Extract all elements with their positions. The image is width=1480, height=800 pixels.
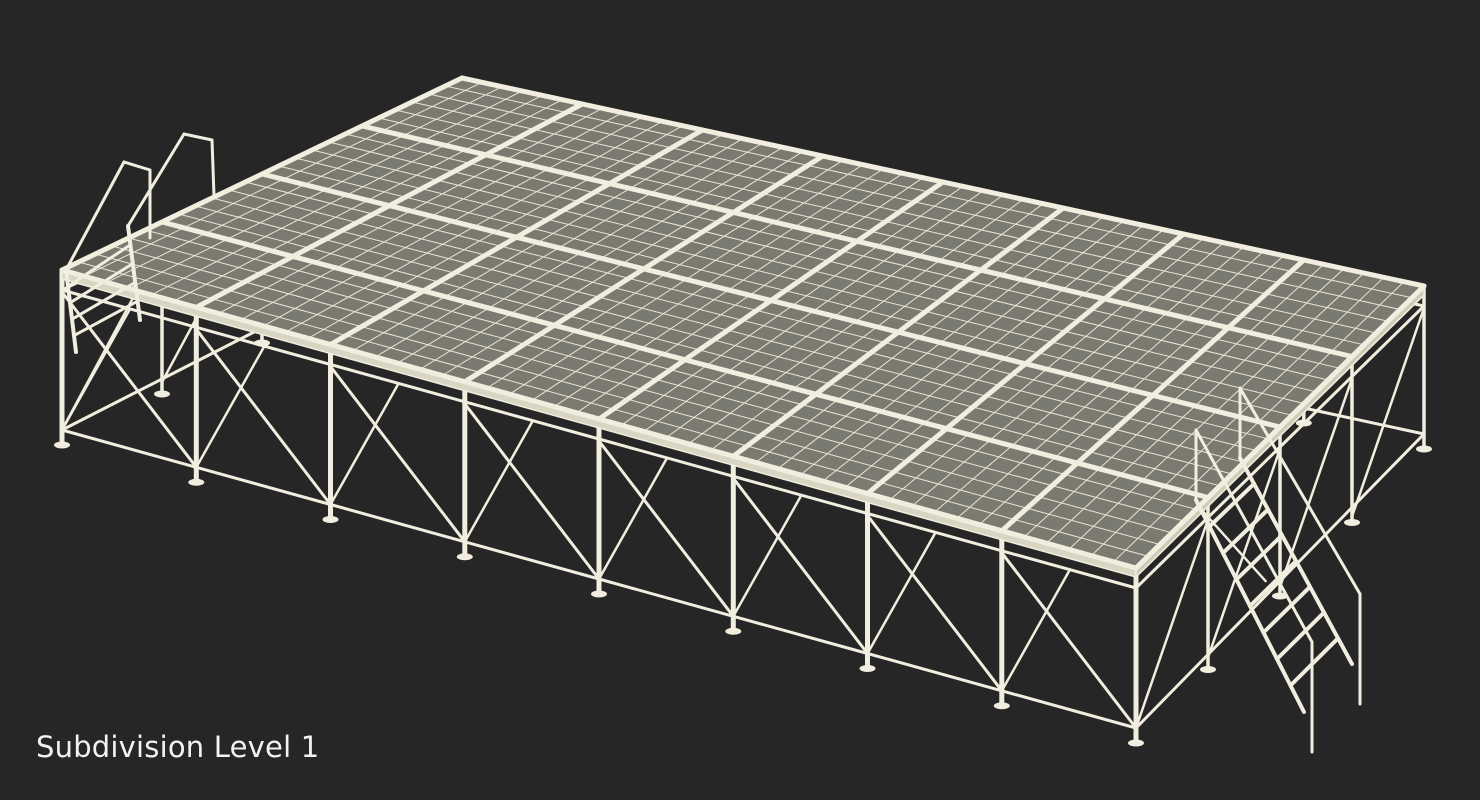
front-diagonal-brace bbox=[1000, 570, 1071, 693]
leg-foot bbox=[725, 627, 742, 635]
leg-foot bbox=[54, 441, 70, 449]
front-diagonal-brace bbox=[866, 514, 1004, 693]
front-rail bbox=[731, 614, 869, 655]
front-rail bbox=[463, 540, 601, 581]
front-diagonal-brace bbox=[463, 421, 534, 544]
render-viewport: Subdivision Level 1 bbox=[0, 0, 1480, 800]
front-diagonal-brace bbox=[732, 495, 802, 618]
right-rail bbox=[1350, 432, 1426, 509]
right-rail bbox=[1134, 653, 1210, 730]
front-diagonal-brace bbox=[597, 439, 735, 618]
front-diagonal-brace bbox=[194, 327, 332, 506]
leg-foot bbox=[188, 478, 205, 486]
front-rail bbox=[1000, 689, 1138, 730]
handrail bbox=[182, 132, 214, 142]
stage-platform-render bbox=[54, 75, 1432, 754]
leg-foot bbox=[591, 590, 607, 598]
platform-deck bbox=[59, 75, 1427, 579]
front-diagonal-brace bbox=[60, 290, 198, 469]
front-rail bbox=[60, 428, 198, 469]
front-rail bbox=[597, 577, 735, 618]
front-diagonal-brace bbox=[329, 383, 399, 506]
stair-step bbox=[1288, 636, 1340, 688]
leg-foot bbox=[1128, 739, 1144, 747]
leg-foot bbox=[1344, 519, 1360, 526]
leg-foot bbox=[993, 702, 1010, 710]
leg-foot bbox=[1200, 666, 1216, 673]
handrail bbox=[122, 160, 152, 172]
front-diagonal-brace bbox=[463, 402, 601, 581]
front-diagonal-brace bbox=[866, 532, 936, 655]
leg-foot bbox=[154, 390, 170, 398]
leg-foot bbox=[322, 516, 339, 523]
leg-foot bbox=[859, 665, 876, 672]
front-rail bbox=[866, 652, 1004, 693]
front-diagonal-brace bbox=[329, 365, 467, 544]
front-diagonal-brace bbox=[195, 346, 265, 469]
front-rail bbox=[329, 503, 467, 544]
handrail bbox=[126, 132, 186, 228]
front-rail bbox=[194, 465, 332, 506]
front-diagonal-brace bbox=[731, 476, 869, 655]
back-rail bbox=[1302, 406, 1426, 436]
subdivision-level-label: Subdivision Level 1 bbox=[36, 730, 320, 764]
leg-foot bbox=[1416, 445, 1432, 453]
front-diagonal-brace bbox=[597, 458, 668, 581]
handrail-post bbox=[210, 138, 216, 198]
leg-foot bbox=[456, 553, 473, 561]
front-diagonal-brace bbox=[1000, 551, 1138, 730]
